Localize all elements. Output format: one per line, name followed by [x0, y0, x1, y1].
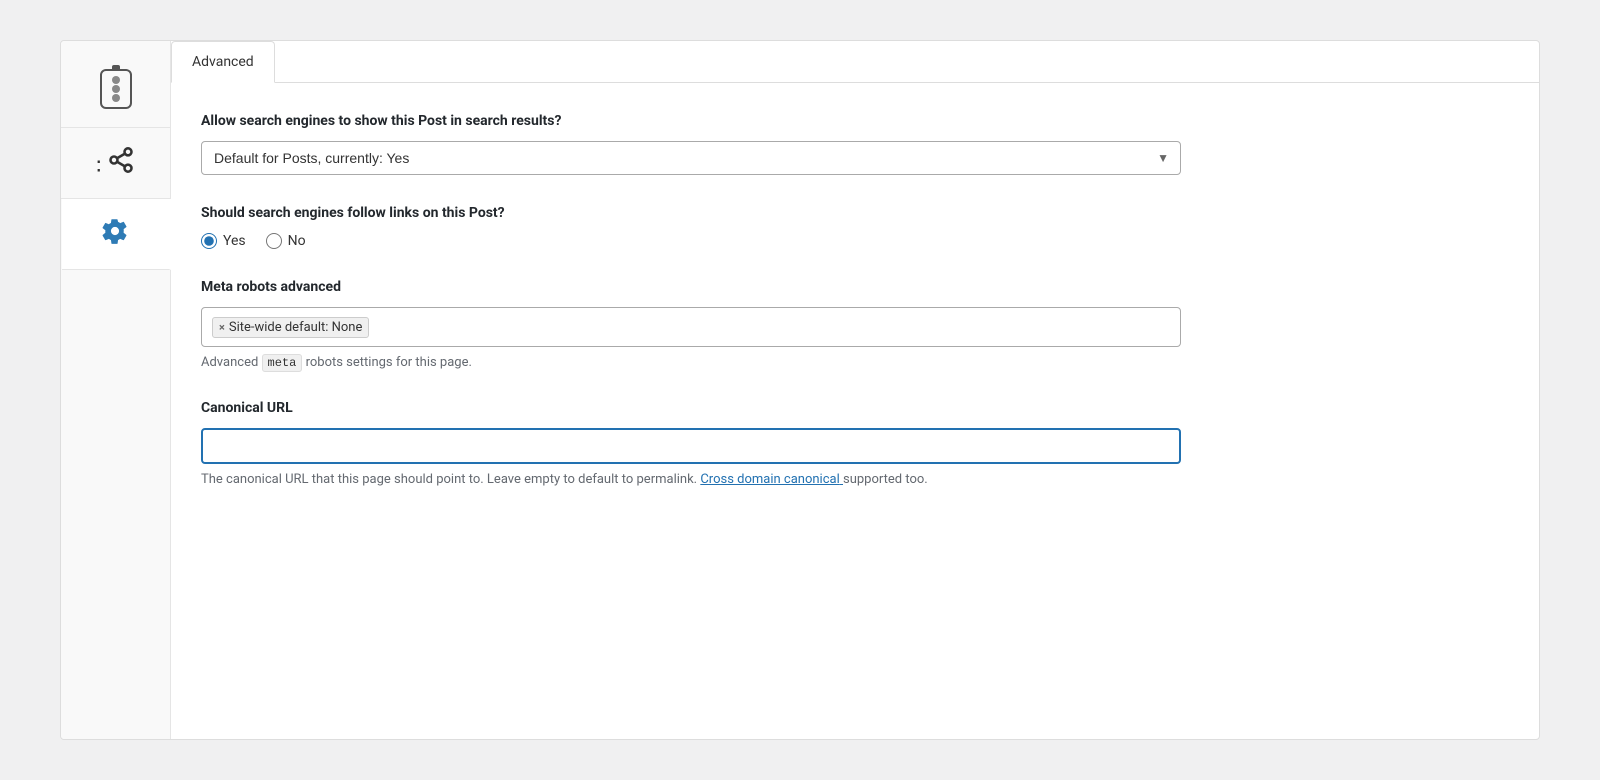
help-text-after: robots settings for this page. — [306, 355, 472, 370]
content-area: Allow search engines to show this Post i… — [171, 83, 1539, 547]
meta-robots-help: Advanced meta robots settings for this p… — [201, 355, 1509, 370]
radio-yes-option[interactable]: Yes — [201, 233, 246, 249]
gear-icon — [101, 217, 129, 251]
radio-yes-input[interactable] — [201, 233, 217, 249]
tag-remove-button[interactable]: × — [219, 321, 225, 334]
sidebar-item-settings[interactable] — [62, 199, 171, 270]
section-canonical-url: Canonical URL The canonical URL that thi… — [201, 400, 1509, 487]
radio-no-input[interactable] — [266, 233, 282, 249]
meta-robots-label: Meta robots advanced — [201, 279, 1509, 295]
help-code: meta — [262, 354, 303, 372]
tab-advanced-label: Advanced — [192, 54, 254, 70]
search-engines-label: Allow search engines to show this Post i… — [201, 113, 1509, 129]
main-content: Advanced Allow search engines to show th… — [171, 41, 1539, 739]
section-meta-robots: Meta robots advanced × Site-wide default… — [201, 279, 1509, 370]
tl-dot-top — [112, 76, 120, 84]
canonical-help-text-before: The canonical URL that this page should … — [201, 472, 697, 487]
tl-dot-middle — [112, 85, 120, 93]
search-engines-select[interactable]: Default for Posts, currently: Yes Yes No — [201, 141, 1181, 175]
sidebar-item-traffic-light[interactable] — [61, 51, 170, 128]
tabs-bar: Advanced — [171, 41, 1539, 83]
radio-yes-label: Yes — [223, 233, 246, 249]
tag-value: Site-wide default: None — [229, 320, 363, 335]
radio-no-option[interactable]: No — [266, 233, 306, 249]
canonical-url-help: The canonical URL that this page should … — [201, 472, 1509, 487]
sidebar-item-share[interactable]: ∶ — [61, 128, 170, 199]
panel: ∶ — [60, 40, 1540, 740]
meta-robots-tag: × Site-wide default: None — [212, 317, 369, 338]
outer-container: ∶ — [40, 20, 1560, 760]
sidebar: ∶ — [61, 41, 171, 739]
traffic-light-icon — [100, 69, 132, 109]
tab-advanced[interactable]: Advanced — [171, 41, 275, 83]
follow-links-label: Should search engines follow links on th… — [201, 205, 1509, 221]
help-text-before: Advanced — [201, 355, 258, 370]
section-follow-links: Should search engines follow links on th… — [201, 205, 1509, 249]
canonical-url-label: Canonical URL — [201, 400, 1509, 416]
follow-links-radio-group: Yes No — [201, 233, 1509, 249]
share-icon: ∶ — [96, 146, 135, 180]
search-engines-select-wrapper: Default for Posts, currently: Yes Yes No… — [201, 141, 1181, 175]
cross-domain-link-text: Cross domain canonical — [700, 472, 839, 487]
tl-dot-bottom — [112, 94, 120, 102]
meta-robots-field[interactable]: × Site-wide default: None — [201, 307, 1181, 347]
radio-no-label: No — [288, 233, 306, 249]
section-search-engines: Allow search engines to show this Post i… — [201, 113, 1509, 175]
cross-domain-canonical-link[interactable]: Cross domain canonical — [700, 472, 843, 487]
canonical-help-text-after: supported too. — [843, 472, 928, 487]
canonical-url-input[interactable] — [201, 428, 1181, 464]
